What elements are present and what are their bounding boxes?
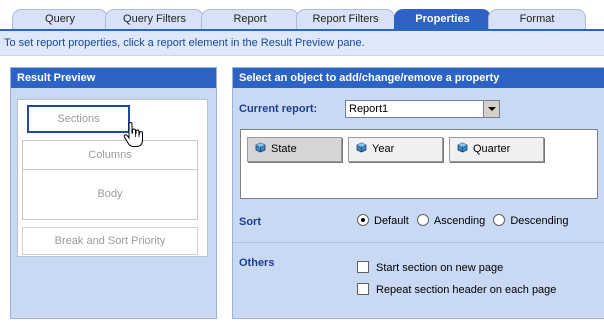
preview-break-sort-priority[interactable]: Break and Sort Priority: [22, 227, 198, 255]
object-state-button[interactable]: State: [247, 137, 342, 162]
tab-query[interactable]: Query: [12, 9, 108, 29]
current-report-label: Current report:: [239, 103, 318, 115]
object-state-label: State: [271, 143, 297, 155]
sort-ascending-label: Ascending: [433, 215, 486, 227]
current-report-select[interactable]: Report1: [345, 100, 500, 118]
start-section-checkbox[interactable]: [357, 261, 369, 273]
repeat-header-checkbox[interactable]: [357, 283, 369, 295]
report-objects-box: State Year Quarter: [240, 129, 598, 199]
preview-sections[interactable]: Sections: [27, 105, 130, 133]
cube-icon: [457, 142, 468, 153]
start-section-label: Start section on new page: [376, 262, 504, 274]
preview-body[interactable]: Body: [22, 169, 198, 220]
preview-frame: Sections Columns Body Break and Sort Pri…: [17, 99, 208, 257]
tab-report-filters[interactable]: Report Filters: [296, 9, 395, 29]
tab-query-filters[interactable]: Query Filters: [105, 9, 204, 29]
tab-properties[interactable]: Properties: [394, 9, 491, 29]
object-year-label: Year: [372, 143, 395, 155]
current-report-value: Report1: [349, 103, 389, 115]
result-preview-pane: Result Preview Sections Columns Body Bre…: [10, 67, 217, 319]
radio-descending[interactable]: [493, 214, 506, 226]
cube-icon: [356, 142, 367, 153]
repeat-header-label: Repeat section header on each page: [376, 284, 557, 296]
object-quarter-label: Quarter: [473, 143, 511, 155]
section-divider: [233, 242, 604, 243]
properties-pane: Select an object to add/change/remove a …: [232, 67, 604, 319]
tab-format[interactable]: Format: [488, 9, 586, 29]
object-year-button[interactable]: Year: [348, 137, 443, 162]
tab-report[interactable]: Report: [201, 9, 299, 29]
sort-default-label: Default: [374, 215, 409, 227]
radio-ascending[interactable]: [416, 214, 429, 226]
repeat-section-header-option[interactable]: Repeat section header on each page: [357, 283, 556, 296]
object-quarter-button[interactable]: Quarter: [449, 137, 544, 162]
hand-pointer-icon: [123, 122, 143, 147]
sort-label: Sort: [239, 216, 261, 228]
sort-descending-label: Descending: [510, 215, 569, 227]
sort-descending-option[interactable]: Descending: [493, 214, 568, 227]
chevron-down-icon[interactable]: [483, 101, 499, 117]
result-preview-title: Result Preview: [11, 68, 216, 88]
sort-default-option[interactable]: Default: [357, 214, 409, 227]
sort-ascending-option[interactable]: Ascending: [416, 214, 486, 227]
sort-radio-group: Default Ascending Descending: [357, 214, 573, 230]
tab-strip: Query Query Filters Report Report Filter…: [0, 0, 604, 29]
properties-title: Select an object to add/change/remove a …: [233, 68, 604, 88]
instruction-text: To set report properties, click a report…: [0, 31, 604, 56]
preview-columns[interactable]: Columns: [22, 140, 198, 170]
cube-icon: [255, 142, 266, 153]
start-section-new-page-option[interactable]: Start section on new page: [357, 261, 503, 274]
radio-default[interactable]: [357, 214, 369, 226]
others-label: Others: [239, 257, 275, 269]
